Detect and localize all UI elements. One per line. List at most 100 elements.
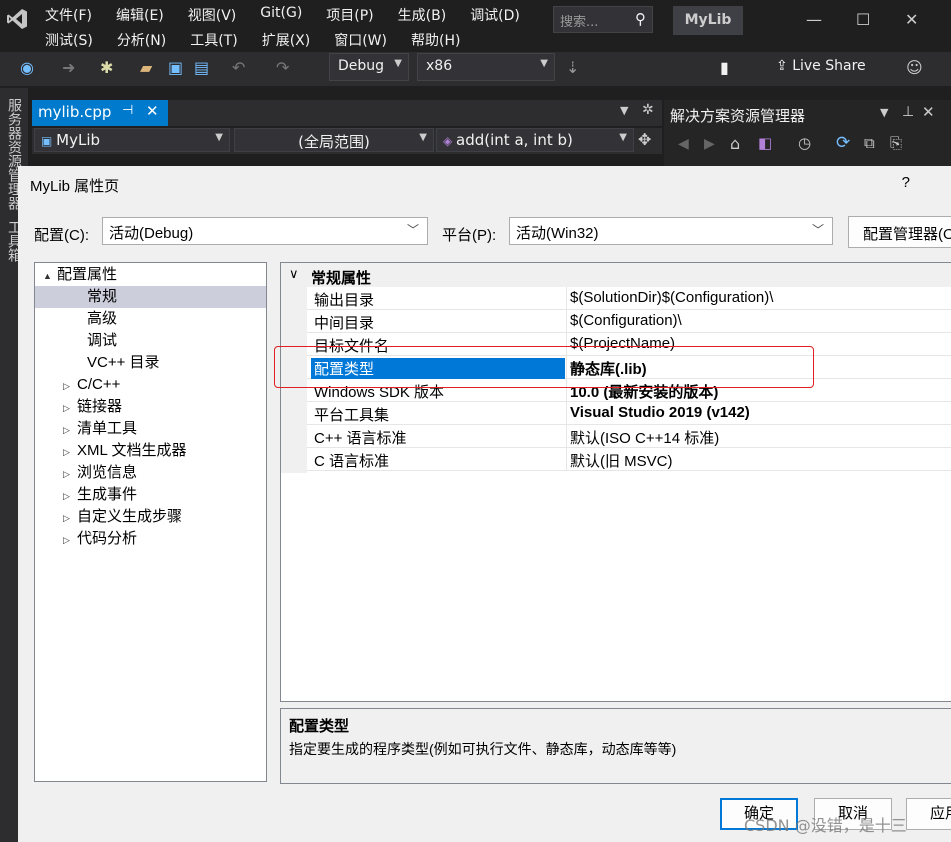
minimize-icon[interactable]: — — [806, 10, 822, 29]
column-divider — [566, 287, 567, 310]
menu-item[interactable]: 编辑(E) — [116, 5, 164, 25]
feedback-icon[interactable]: ☺ — [906, 58, 923, 77]
column-divider — [566, 310, 567, 333]
home-icon[interactable]: ⌂ — [730, 134, 740, 153]
tree-item[interactable]: 调试 — [35, 330, 266, 352]
new-item-icon[interactable]: ✱ — [100, 58, 113, 77]
pin-icon[interactable]: ⊣ — [122, 103, 133, 118]
search-input[interactable]: 搜索... ⚲ — [553, 6, 653, 33]
apply-button[interactable]: 应用 — [906, 798, 951, 830]
title-bar: 文件(F) 编辑(E) 视图(V) Git(G) 项目(P) 生成(B) 调试(D) 测试(… — [0, 0, 951, 52]
property-value[interactable]: 默认(旧 MSVC) — [570, 450, 673, 471]
dialog-title: MyLib 属性页 — [30, 178, 120, 195]
redo-icon[interactable]: ↷ — [276, 58, 289, 77]
tree-item[interactable]: ▷ 清单工具 — [35, 418, 266, 440]
show-all-files-icon[interactable]: ⎘ — [890, 134, 902, 152]
column-divider — [566, 425, 567, 448]
tree-item[interactable]: ▷ 代码分析 — [35, 528, 266, 550]
expand-toggle-icon[interactable]: ▷ — [63, 529, 77, 551]
platform-dropdown[interactable]: x86 ▼ — [417, 53, 555, 81]
menu-item[interactable]: 扩展(X) — [262, 30, 311, 50]
tree-item[interactable]: ▷ XML 文档生成器 — [35, 440, 266, 462]
tree-item[interactable]: ▲ 配置属性 — [35, 264, 266, 286]
menu-item[interactable]: 生成(B) — [398, 5, 447, 25]
save-icon[interactable]: ▣ — [168, 58, 183, 77]
step-icon[interactable]: ⇣ — [566, 58, 579, 77]
menu-item[interactable]: 窗口(W) — [334, 30, 387, 50]
expand-toggle-icon[interactable]: ▷ — [63, 419, 77, 441]
menu-item[interactable]: 帮助(H) — [411, 30, 460, 50]
tree-item[interactable]: ▷ C/C++ — [35, 374, 266, 396]
tree-item[interactable]: ▷ 浏览信息 — [35, 462, 266, 484]
platform-combobox[interactable]: 活动(Win32) ﹀ — [509, 217, 833, 245]
expand-toggle-icon[interactable]: ▷ — [63, 463, 77, 485]
menu-item[interactable]: 工具(T) — [190, 30, 237, 50]
tree-item[interactable]: ▷ 链接器 — [35, 396, 266, 418]
menu-item[interactable]: 项目(P) — [326, 5, 373, 25]
expand-toggle-icon[interactable]: ▷ — [63, 441, 77, 463]
property-row[interactable]: 平台工具集 Visual Studio 2019 (v142) — [307, 402, 951, 425]
split-icon[interactable]: ✥ — [638, 130, 651, 149]
tree-item[interactable]: ▷ 生成事件 — [35, 484, 266, 506]
property-row[interactable]: C++ 语言标准 默认(ISO C++14 标准) — [307, 425, 951, 448]
property-value[interactable]: 默认(ISO C++14 标准) — [570, 427, 719, 448]
member-dropdown[interactable]: ◈ add(int a, int b) ▼ — [436, 128, 634, 152]
panel-menu-icon[interactable]: ▼ — [880, 106, 888, 119]
close-tab-icon[interactable]: ✕ — [146, 102, 159, 120]
property-row[interactable]: 中间目录 $(Configuration)\ — [307, 310, 951, 333]
expand-toggle-icon[interactable]: ▷ — [63, 375, 77, 397]
expand-toggle-icon[interactable]: ▲ — [43, 265, 57, 287]
forward-icon[interactable]: ▶ — [704, 136, 715, 152]
scope-dropdown[interactable]: (全局范围) ▼ — [234, 128, 434, 152]
refresh-icon[interactable]: ⟳ — [836, 133, 850, 153]
config-combobox[interactable]: 活动(Debug) ﹀ — [102, 217, 428, 245]
open-folder-icon[interactable]: ▰ — [140, 58, 152, 77]
collapse-all-icon[interactable]: ⧉ — [864, 134, 875, 152]
back-icon[interactable]: ◀ — [678, 136, 689, 152]
maximize-icon[interactable]: ☐ — [856, 10, 870, 29]
property-value[interactable]: $(SolutionDir)$(Configuration)\ — [570, 289, 773, 306]
configuration-value: Debug — [338, 58, 385, 74]
live-share-button[interactable]: ⇪ Live Share — [776, 58, 866, 74]
tab-mylib-cpp[interactable]: mylib.cpp ⊣ ✕ — [32, 100, 168, 126]
bookmark-icon[interactable]: ▮ — [720, 58, 729, 77]
switch-views-icon[interactable]: ◧ — [758, 134, 772, 152]
undo-icon[interactable]: ↶ — [232, 58, 245, 77]
property-value[interactable]: Visual Studio 2019 (v142) — [570, 404, 750, 421]
platform-label: 平台(P): — [442, 227, 497, 244]
live-share-label: Live Share — [792, 58, 866, 74]
close-window-icon[interactable]: ✕ — [905, 10, 918, 29]
menu-item[interactable]: 视图(V) — [188, 5, 237, 25]
tree-item-label: 链接器 — [77, 398, 123, 415]
pin-icon[interactable]: ⊥ — [902, 104, 914, 120]
menu-item[interactable]: 调试(D) — [470, 5, 520, 25]
pending-changes-icon[interactable]: ◷ — [798, 134, 811, 152]
project-dropdown[interactable]: ▣ MyLib ▼ — [34, 128, 230, 152]
property-row[interactable]: 输出目录 $(SolutionDir)$(Configuration)\ — [307, 287, 951, 310]
annotation-highlight-box — [274, 346, 814, 388]
menu-item[interactable]: 分析(N) — [117, 30, 166, 50]
menu-item[interactable]: 测试(S) — [45, 30, 93, 50]
tree-item-label: 代码分析 — [77, 530, 138, 547]
menu-item[interactable]: 文件(F) — [45, 5, 92, 25]
help-button[interactable]: ? — [902, 174, 910, 191]
back-icon[interactable]: ◉ — [20, 58, 34, 77]
save-all-icon[interactable]: ▤ — [194, 58, 209, 77]
property-row[interactable]: C 语言标准 默认(旧 MSVC) — [307, 448, 951, 471]
close-panel-icon[interactable]: ✕ — [922, 103, 935, 121]
tree-item[interactable]: 常规 — [35, 286, 266, 308]
expand-toggle-icon[interactable]: ▷ — [63, 397, 77, 419]
expand-toggle-icon[interactable]: ▷ — [63, 507, 77, 529]
category-header[interactable]: ∨ 常规属性 — [281, 263, 951, 287]
expand-toggle-icon[interactable]: ▷ — [63, 485, 77, 507]
tree-item[interactable]: ▷ 自定义生成步骤 — [35, 506, 266, 528]
tree-item[interactable]: 高级 — [35, 308, 266, 330]
tab-list-icon[interactable]: ▼ — [620, 104, 628, 117]
configuration-manager-button[interactable]: 配置管理器(O)... — [848, 216, 951, 248]
settings-gear-icon[interactable]: ✲ — [642, 102, 654, 118]
property-value[interactable]: $(Configuration)\ — [570, 312, 682, 329]
tree-item[interactable]: VC++ 目录 — [35, 352, 266, 374]
forward-icon[interactable]: ➜ — [62, 58, 75, 77]
menu-item[interactable]: Git(G) — [260, 5, 302, 25]
configuration-dropdown[interactable]: Debug ▼ — [329, 53, 409, 81]
